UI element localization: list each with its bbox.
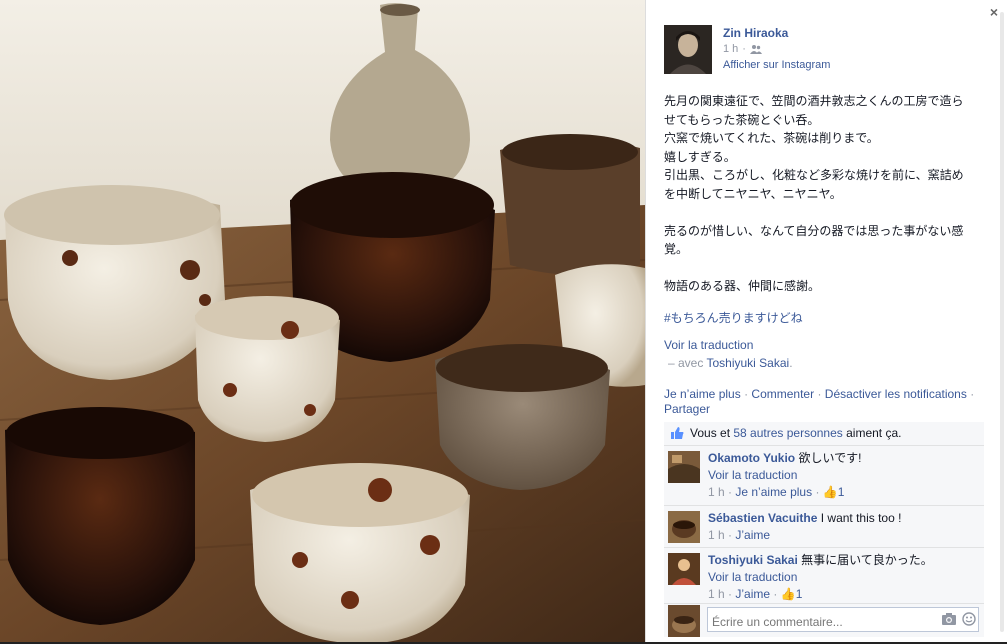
post-text-line: 嬉しすぎる。: [664, 149, 736, 164]
comment-see-translation[interactable]: Voir la traduction: [708, 570, 797, 584]
commenter-avatar[interactable]: [668, 553, 700, 585]
meta-separator: ·: [815, 485, 820, 499]
action-separator: ·: [744, 387, 749, 401]
comment-time[interactable]: 1 h: [708, 485, 725, 499]
commenter-name[interactable]: Toshiyuki Sakai: [708, 553, 798, 567]
post-side-panel: × Zin Hiraoka 1 h · Afficher sur Instagr…: [645, 0, 1007, 644]
likers-link[interactable]: 58 autres personnes: [733, 426, 842, 440]
commenter-name[interactable]: Okamoto Yukio: [708, 451, 795, 465]
meta-separator: ·: [728, 485, 733, 499]
comment-text: 欲しいです!: [798, 451, 862, 465]
friends-icon[interactable]: [749, 44, 762, 54]
comment-time[interactable]: 1 h: [708, 528, 725, 542]
comment-meta: 1 h · J’aime · 👍1: [708, 586, 933, 603]
commenter-avatar-image: [668, 451, 700, 483]
comment-like-number: 1: [795, 587, 803, 601]
post-text-line: 先月の関東遠征で、笠間の酒井敦志之くんの工房で造ら: [664, 94, 964, 108]
comment-time[interactable]: 1 h: [708, 587, 725, 601]
comment-body: Okamoto Yukio 欲しいです! Voir la traduction …: [708, 450, 861, 501]
disable-notifications-button[interactable]: Désactiver les notifications: [825, 387, 967, 401]
author-avatar[interactable]: [664, 25, 712, 74]
own-avatar-image: [668, 605, 700, 637]
comment-item: Sébastien Vacuithe I want this too ! 1 h…: [664, 506, 984, 548]
meta-separator: ·: [742, 43, 746, 55]
post-text-line: 物語のある器、仲間に感謝。: [664, 279, 821, 293]
comment-like-count[interactable]: 👍1: [781, 587, 803, 601]
comment-like-number: 1: [837, 485, 845, 499]
meta-separator: ·: [728, 528, 733, 542]
author-avatar-image: [664, 25, 712, 74]
meta-separator: ·: [728, 587, 733, 601]
author-name[interactable]: Zin Hiraoka: [723, 26, 788, 40]
post-text-line: を中断してニヤニヤ、ニヤニヤ。: [664, 186, 842, 201]
likes-prefix: Vous et: [690, 426, 731, 440]
commenter-avatar-image: [668, 553, 700, 585]
post-message: 先月の関東遠征で、笠間の酒井敦志之くんの工房で造ら せてもらった茶碗とぐい呑。穴窯…: [664, 92, 982, 296]
scrollbar[interactable]: [999, 0, 1005, 644]
comment-body: Sébastien Vacuithe I want this too ! 1 h…: [708, 510, 901, 544]
comment-body: Toshiyuki Sakai 無事に届いて良かった。 Voir la trad…: [708, 552, 933, 603]
action-separator: ·: [970, 387, 975, 401]
hashtag-link[interactable]: #もちろん売りますけどね: [664, 309, 803, 326]
comment-text: 無事に届いて良かった。: [801, 553, 933, 567]
unlike-button[interactable]: Je n’aime plus: [664, 387, 741, 401]
comment-input[interactable]: [707, 607, 979, 632]
commenter-name[interactable]: Sébastien Vacuithe: [708, 511, 817, 525]
comment-like-button[interactable]: J’aime: [735, 528, 770, 542]
own-avatar: [668, 605, 700, 637]
small-thumbs-up-icon: 👍: [780, 587, 796, 601]
comment-text: I want this too !: [820, 511, 902, 525]
emoji-icon[interactable]: [962, 612, 976, 626]
camera-icon[interactable]: [942, 613, 956, 625]
post-text-line: 穴窯で焼いてくれた、茶碗は削りまで。: [664, 131, 879, 145]
comment-like-button[interactable]: J’aime: [735, 587, 770, 601]
tagged-person-link[interactable]: Toshiyuki Sakai: [706, 356, 789, 370]
comment-item: Toshiyuki Sakai 無事に届いて良かった。 Voir la trad…: [664, 548, 984, 606]
post-text-line: [664, 203, 982, 222]
post-text-line: 売るのが惜しい、なんて自分の器では思った事がない感: [664, 223, 964, 238]
tagged-with-suffix: .: [789, 356, 793, 370]
commenter-avatar-image: [668, 511, 700, 543]
likes-suffix: aiment ça.: [846, 426, 902, 440]
see-translation-link[interactable]: Voir la traduction: [664, 338, 753, 352]
small-thumbs-up-icon: 👍: [822, 485, 838, 499]
share-button[interactable]: Partager: [664, 402, 710, 416]
thumbs-up-icon: [671, 427, 684, 439]
comment-item: Okamoto Yukio 欲しいです! Voir la traduction …: [664, 446, 984, 506]
post-text-line: 引出黒、ころがし、化粧など多彩な焼けを前に、窯詰め: [664, 168, 964, 182]
post-meta: 1 h ·: [723, 43, 762, 55]
commenter-avatar[interactable]: [668, 451, 700, 483]
post-actions: Je n’aime plus · Commenter · Désactiver …: [664, 387, 994, 417]
feedback-section: Vous et 58 autres personnes aiment ça. O…: [664, 422, 984, 606]
post-time[interactable]: 1 h: [723, 43, 738, 55]
tagged-with-prefix: – avec: [668, 356, 704, 370]
action-separator: ·: [817, 387, 822, 401]
post-text-line: せてもらった茶碗とぐい呑。: [664, 112, 820, 127]
tagged-with: – avec Toshiyuki Sakai.: [668, 356, 793, 370]
likes-summary: Vous et 58 autres personnes aiment ça.: [664, 422, 984, 446]
post-text-line: 覚。: [664, 242, 689, 256]
meta-separator: ·: [773, 587, 778, 601]
post-photo[interactable]: [0, 0, 645, 644]
comment-unlike-button[interactable]: Je n’aime plus: [735, 485, 812, 499]
commenter-avatar[interactable]: [668, 511, 700, 543]
comment-like-count[interactable]: 👍1: [823, 485, 845, 499]
post-text-line: [664, 259, 982, 278]
comment-button[interactable]: Commenter: [751, 387, 814, 401]
comment-meta: 1 h · Je n’aime plus · 👍1: [708, 484, 861, 501]
comment-composer: [664, 603, 984, 637]
view-on-instagram-link[interactable]: Afficher sur Instagram: [723, 59, 830, 71]
comment-meta: 1 h · J’aime: [708, 527, 901, 544]
pottery-photo-illustration: [0, 0, 645, 644]
comment-see-translation[interactable]: Voir la traduction: [708, 468, 797, 482]
